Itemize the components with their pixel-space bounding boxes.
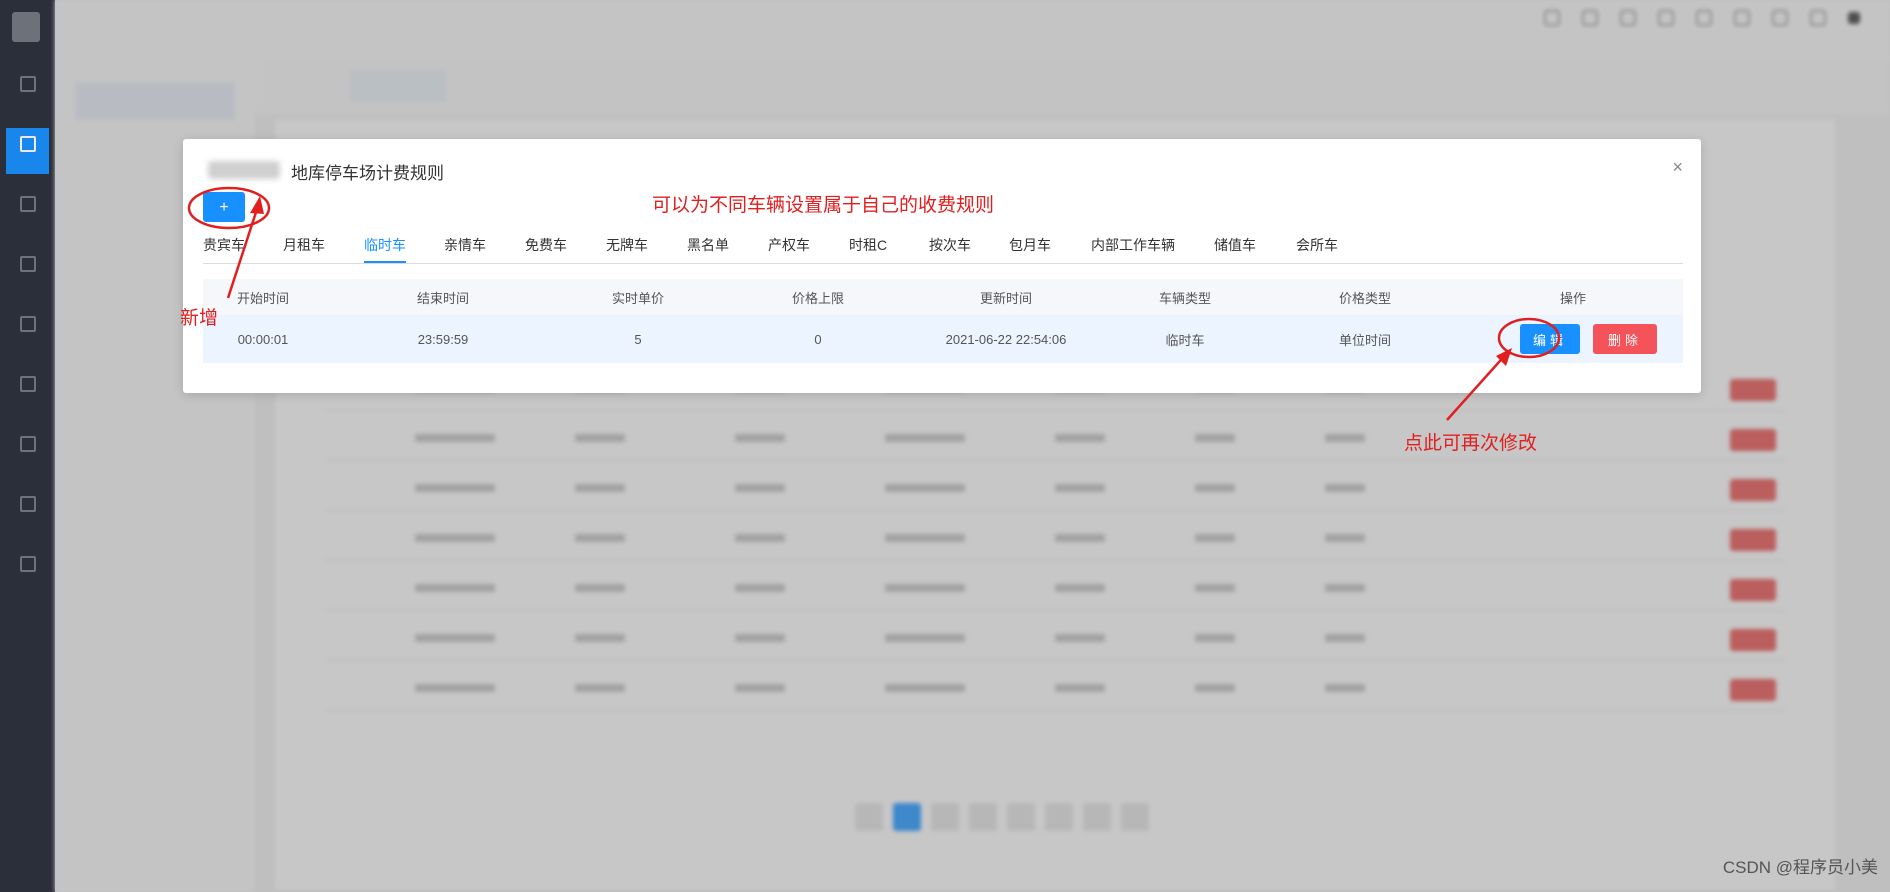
column-header: 车辆类型: [1158, 290, 1211, 306]
add-rule-button[interactable]: +: [203, 192, 245, 222]
tab-vehicle-type[interactable]: 免费车: [525, 235, 567, 255]
column-header: 实时单价: [611, 290, 664, 306]
nav-rail-item[interactable]: [6, 248, 49, 294]
nav-rail-item[interactable]: [6, 188, 49, 234]
tab-vehicle-type[interactable]: 包月车: [1009, 235, 1051, 255]
cell-unit-price: 5: [634, 331, 642, 347]
nav-rail-item[interactable]: [6, 548, 49, 594]
annotation-edit: 点此可再次修改: [1404, 433, 1538, 454]
dialog-title: 地库停车场计费规则: [291, 164, 444, 183]
column-header: 价格上限: [791, 290, 844, 306]
nav-icon: [19, 256, 36, 272]
table-header: 开始时间 结束时间 实时单价 价格上限 更新时间 车辆类型 价格类型 操作: [203, 279, 1683, 315]
column-header: 操作: [1559, 290, 1586, 306]
watermark: CSDN @程序员小美: [1722, 858, 1878, 877]
nav-icon: [19, 196, 36, 212]
cell-price-type: 单位时间: [1338, 332, 1391, 348]
column-header: 更新时间: [979, 290, 1032, 306]
nav-rail-item[interactable]: [6, 368, 49, 414]
nav-icon: [19, 376, 36, 392]
nav-icon: [19, 436, 36, 452]
nav-icon: [19, 496, 36, 512]
vehicle-type-tabs: 贵宾车 月租车 临时车 亲情车 免费车 无牌车 黑名单 产权车 时租C 按次车 …: [203, 233, 1683, 264]
billing-rules-dialog: 地库停车场计费规则 × + 贵宾车 月租车 临时车 亲情车 免费车 无牌车 黑名…: [183, 139, 1701, 393]
tab-vehicle-type[interactable]: 黑名单: [687, 235, 729, 255]
table-row: 00:00:01 23:59:59 5 0 2021-06-22 22:54:0…: [203, 315, 1683, 363]
tab-vehicle-type[interactable]: 时租C: [849, 235, 887, 255]
column-header: 结束时间: [416, 290, 469, 306]
cell-end-time: 23:59:59: [417, 331, 469, 347]
nav-icon: [19, 556, 36, 572]
column-header: 开始时间: [236, 290, 289, 306]
nav-icon: [19, 136, 36, 152]
app-nav-rail: [0, 0, 55, 892]
edit-button[interactable]: 编辑: [1520, 324, 1580, 354]
tab-vehicle-type[interactable]: 会所车: [1296, 235, 1338, 255]
tab-vehicle-type[interactable]: 储值车: [1214, 235, 1256, 255]
annotation-add: 新增: [180, 308, 219, 329]
tab-vehicle-type[interactable]: 无牌车: [606, 235, 648, 255]
redacted-title-prefix: [208, 161, 280, 179]
tab-vehicle-type-active[interactable]: 临时车: [364, 235, 406, 255]
tab-vehicle-type[interactable]: 内部工作车辆: [1091, 235, 1175, 255]
tab-vehicle-type[interactable]: 产权车: [768, 235, 810, 255]
cell-start-time: 00:00:01: [237, 331, 289, 347]
annotation-main: 可以为不同车辆设置属于自己的收费规则: [652, 195, 995, 216]
cell-updated-time: 2021-06-22 22:54:06: [945, 331, 1067, 347]
tab-vehicle-type[interactable]: 贵宾车: [203, 235, 245, 255]
logo-icon: [12, 12, 40, 42]
nav-rail-item[interactable]: [6, 488, 49, 534]
nav-icon: [19, 76, 36, 92]
close-icon[interactable]: ×: [1672, 157, 1683, 178]
modal-overlay: [55, 0, 1890, 892]
tab-vehicle-type[interactable]: 月租车: [283, 235, 325, 255]
cell-vehicle-type: 临时车: [1165, 332, 1205, 348]
delete-button[interactable]: 删除: [1593, 324, 1657, 354]
column-header: 价格类型: [1338, 290, 1391, 306]
cell-price-cap: 0: [814, 331, 822, 347]
nav-rail-item[interactable]: [6, 428, 49, 474]
nav-icon: [19, 316, 36, 332]
nav-rail-item[interactable]: [6, 308, 49, 354]
nav-rail-item[interactable]: [6, 68, 49, 114]
tab-vehicle-type[interactable]: 按次车: [929, 235, 971, 255]
nav-rail-item-active[interactable]: [6, 128, 49, 174]
tab-vehicle-type[interactable]: 亲情车: [444, 235, 486, 255]
active-tab-indicator: [364, 261, 406, 263]
